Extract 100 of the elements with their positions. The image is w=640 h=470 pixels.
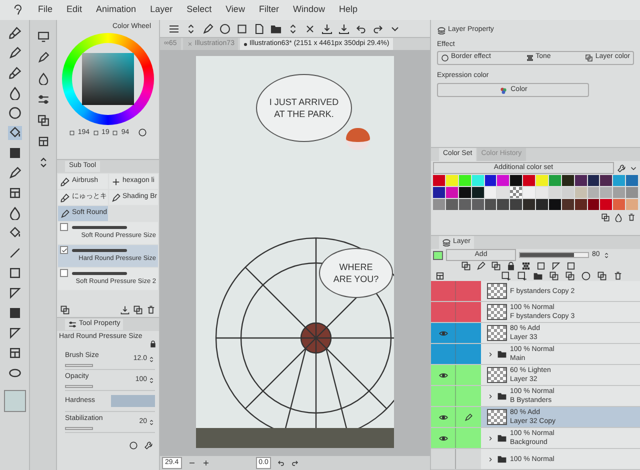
color-swatch[interactable]	[458, 175, 471, 186]
color-swatch[interactable]	[484, 175, 496, 186]
menu-item[interactable]: Window	[292, 3, 325, 17]
slider-track[interactable]	[65, 426, 93, 430]
paint-bucket-icon[interactable]	[8, 226, 22, 240]
lock-icon[interactable]	[506, 261, 516, 271]
color-swatch[interactable]	[600, 187, 612, 198]
menu-item[interactable]: Edit	[66, 3, 82, 17]
color-swatch[interactable]	[562, 175, 574, 186]
ellipse-tool-icon[interactable]	[8, 366, 22, 380]
apply-mask-icon[interactable]	[597, 271, 607, 281]
color-swatch[interactable]	[588, 199, 600, 210]
new-vector-layer-icon[interactable]	[517, 271, 527, 281]
color-swatch[interactable]	[613, 199, 626, 210]
wrench-icon[interactable]	[144, 441, 153, 450]
ruler-tool-icon[interactable]	[8, 286, 22, 300]
color-swatch[interactable]	[600, 199, 612, 210]
rotate-right-icon[interactable]	[291, 459, 300, 467]
menu-item[interactable]: File	[38, 3, 53, 17]
undo-icon[interactable]	[355, 22, 367, 34]
color-swatch[interactable]	[472, 187, 484, 198]
drops-icon[interactable]	[36, 72, 50, 85]
swatch-tool-icon[interactable]	[8, 146, 22, 160]
frame-tool-icon[interactable]	[8, 186, 22, 200]
menu-icon[interactable]	[168, 22, 180, 34]
color-swatch[interactable]	[484, 199, 496, 210]
brush-tool-icon[interactable]	[8, 26, 22, 40]
opacity-slider[interactable]	[519, 252, 589, 258]
trash-icon[interactable]	[627, 213, 636, 222]
download-icon[interactable]	[120, 305, 130, 315]
copy-icon[interactable]	[36, 114, 50, 127]
grid-icon[interactable]	[36, 135, 50, 148]
spinner-arrows-icon[interactable]	[148, 376, 155, 384]
spinner-arrows-icon[interactable]	[148, 418, 155, 426]
lock-alpha-icon[interactable]	[521, 261, 531, 271]
color-swatch[interactable]	[472, 175, 484, 186]
color-swatch[interactable]	[574, 175, 586, 186]
lock-icon[interactable]	[149, 340, 157, 348]
blend-tool-icon[interactable]	[8, 206, 22, 220]
new-file-icon[interactable]	[253, 22, 265, 34]
color-swatch[interactable]	[626, 187, 638, 198]
panel-icon[interactable]	[435, 271, 445, 281]
export-icon[interactable]	[321, 22, 333, 34]
wrench-icon[interactable]	[617, 164, 626, 172]
transparent-swatch[interactable]	[510, 187, 522, 198]
mask-icon[interactable]	[491, 261, 501, 271]
color-swatch[interactable]	[433, 187, 445, 198]
menu-item[interactable]: Filter	[258, 3, 279, 17]
app-logo-icon[interactable]	[12, 4, 24, 16]
rectangle-tool-icon[interactable]	[8, 266, 22, 280]
color-swatch[interactable]	[523, 175, 535, 186]
color-swatch[interactable]	[562, 187, 574, 198]
spinner-arrows-icon[interactable]	[148, 354, 155, 364]
copy-icon[interactable]	[601, 213, 610, 222]
new-layer-icon[interactable]	[501, 271, 511, 281]
edit-icon[interactable]	[36, 51, 50, 64]
chevron-right-icon[interactable]	[487, 456, 494, 462]
chevron-right-icon[interactable]	[487, 392, 494, 400]
color-swatch[interactable]	[613, 187, 626, 198]
menu-item[interactable]: View	[226, 3, 245, 17]
color-swatch[interactable]	[536, 199, 548, 210]
target-icon[interactable]	[219, 22, 231, 34]
color-swatch[interactable]	[510, 175, 522, 186]
fill-tool-icon[interactable]	[8, 126, 22, 140]
color-swatch[interactable]	[523, 199, 535, 210]
settings-icon[interactable]	[60, 305, 70, 315]
color-swatch[interactable]	[548, 187, 561, 198]
navigator-icon[interactable]	[36, 30, 50, 43]
color-swatch[interactable]	[562, 199, 574, 210]
checkbox[interactable]	[60, 223, 68, 231]
line-tool-icon[interactable]	[8, 246, 22, 260]
sliders-icon[interactable]	[36, 93, 50, 106]
transfer-icon[interactable]	[549, 271, 559, 281]
color-swatch[interactable]	[626, 175, 638, 186]
checkbox[interactable]	[60, 269, 68, 277]
color-swatch[interactable]	[510, 199, 522, 210]
menu-item[interactable]: Animation	[96, 3, 136, 17]
trash-icon[interactable]	[613, 271, 623, 281]
triangle-tool-icon[interactable]	[8, 326, 22, 340]
color-swatch[interactable]	[458, 199, 471, 210]
panel-tool-icon[interactable]	[8, 346, 22, 360]
clip-icon[interactable]	[461, 261, 471, 271]
main-color-swatch[interactable]	[4, 390, 26, 412]
target-tool-icon[interactable]	[8, 106, 22, 120]
airbrush-tool-icon[interactable]	[8, 66, 22, 80]
menu-item[interactable]: Layer	[150, 3, 173, 17]
folder-icon[interactable]	[270, 22, 282, 34]
save-icon[interactable]	[338, 22, 350, 34]
dropper-tool-icon[interactable]	[8, 86, 22, 100]
trash-icon[interactable]	[146, 305, 156, 315]
combine-icon[interactable]	[565, 271, 575, 281]
layer-color-swatch[interactable]	[433, 250, 443, 260]
color-swatch[interactable]	[446, 187, 458, 198]
color-swatch[interactable]	[497, 199, 510, 210]
menu-item[interactable]: Help	[338, 3, 358, 17]
close-icon[interactable]	[304, 22, 316, 34]
rotate-left-icon[interactable]	[277, 459, 286, 467]
mask-icon[interactable]	[581, 271, 591, 281]
color-swatch[interactable]	[446, 199, 458, 210]
color-swatch[interactable]	[536, 187, 548, 198]
